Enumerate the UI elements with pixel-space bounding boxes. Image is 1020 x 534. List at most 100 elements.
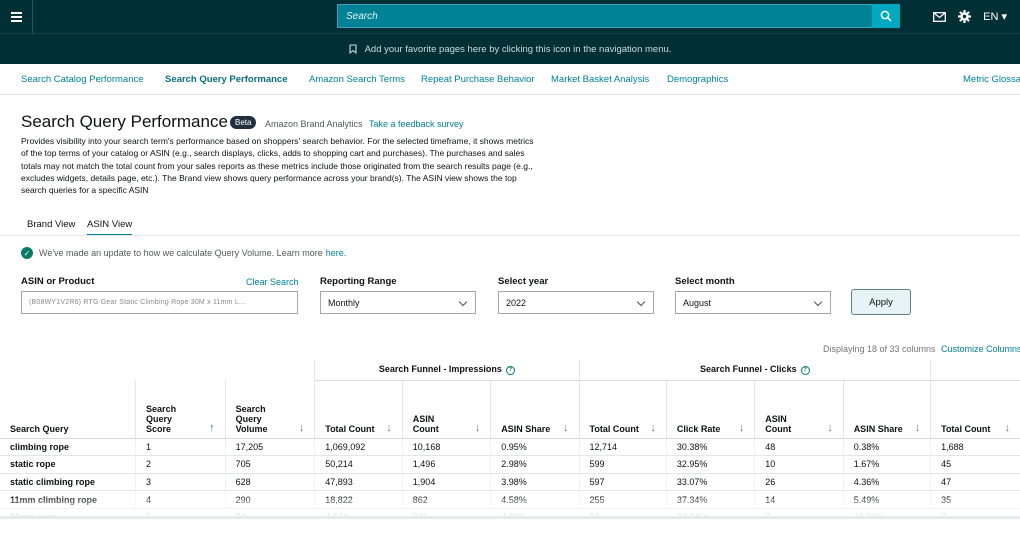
tab-brand-view[interactable]: Brand View (27, 219, 75, 230)
col-impressions-asin-count[interactable]: ASIN Count ↓ (401, 380, 491, 439)
col-clicks-asin-share[interactable]: ASIN Share ↓ (842, 380, 931, 439)
table-cell: 10 (754, 455, 844, 474)
group-next (930, 360, 1020, 381)
search-query-cell[interactable]: static rope (0, 455, 136, 474)
table-cell: 1.67% (842, 455, 931, 474)
hamburger-menu-icon[interactable] (0, 0, 33, 33)
col-clicks-asin-share-label: ASIN Share (853, 423, 903, 434)
language-selector[interactable]: EN ▾ (983, 10, 1007, 23)
table-cell: 1,904 (401, 473, 491, 492)
feedback-survey-link[interactable]: Take a feedback survey (369, 119, 464, 129)
table-cell: 1 (135, 438, 226, 457)
gear-icon[interactable] (958, 10, 972, 23)
col-clicks-asin-count[interactable]: ASIN Count ↓ (754, 380, 844, 439)
select-year-label: Select year (498, 276, 549, 287)
table-cell: 12,714 (578, 438, 667, 457)
columns-displaying-text: Displaying 18 of 33 columns (823, 344, 936, 354)
sort-icon[interactable]: ↓ (739, 422, 745, 434)
col-impressions-asin-share[interactable]: ASIN Share ↓ (490, 380, 580, 439)
table-cell: 628 (224, 473, 315, 492)
col-click-rate-label: Click Rate (676, 423, 721, 434)
col-impressions-asin-share-label: ASIN Share (501, 423, 551, 434)
table-cell: 3 (135, 473, 226, 492)
tab-asin-view[interactable]: ASIN View (87, 219, 133, 236)
nav-market-basket-analysis[interactable]: Market Basket Analysis (551, 74, 649, 85)
customize-columns-link[interactable]: Customize Columns (941, 344, 1020, 354)
table-cell: 10,168 (401, 438, 491, 457)
nav-search-catalog-performance[interactable]: Search Catalog Performance (21, 74, 144, 85)
search-button[interactable] (872, 4, 900, 28)
table-header-spacer (0, 360, 315, 380)
table-cell: 2 (135, 455, 226, 474)
col-search-query-score[interactable]: Search Query Score ↑ (135, 380, 226, 439)
sort-icon[interactable]: ↓ (299, 422, 305, 434)
table-row[interactable]: static rope 2 705 50,214 1,496 2.98% 599 32.95%… (0, 455, 1020, 474)
table-cell: 0.38% (842, 438, 931, 457)
nav-amazon-search-terms[interactable]: Amazon Search Terms (309, 74, 405, 85)
col-click-rate[interactable]: Click Rate ↓ (665, 380, 755, 439)
table-cell: 30.38% (665, 438, 755, 457)
col-clicks-total-count-label: Total Count (589, 423, 639, 434)
clear-search-link[interactable]: Clear Search (246, 277, 299, 287)
table-cell: 50,214 (314, 455, 403, 474)
table-cell: 3.98% (490, 473, 580, 492)
col-clicks-asin-count-label: ASIN Count (765, 413, 792, 434)
table-cell: 32.95% (665, 455, 755, 474)
search-input[interactable]: Search (337, 4, 873, 28)
table-cell: 1,496 (401, 455, 491, 474)
nav-metric-glossary[interactable]: Metric Glossa (963, 74, 1020, 85)
year-value: 2022 (506, 298, 527, 308)
apply-button[interactable]: Apply (851, 289, 911, 315)
sort-icon[interactable]: ↓ (1005, 422, 1011, 434)
col-next-total-count[interactable]: Total Count ↓ (930, 380, 1020, 439)
info-icon[interactable]: ? (800, 366, 810, 376)
asin-search-input[interactable]: (B08WY1V2R6) RTG Gear Static Climbing Ro… (21, 291, 298, 314)
table-cell: 47 (930, 473, 1020, 492)
table-row[interactable]: climbing rope 1 17,205 1,069,092 10,168 0.95%… (0, 438, 1020, 457)
year-select[interactable]: 2022 (498, 291, 654, 314)
col-clicks-total-count[interactable]: Total Count ↓ (578, 380, 667, 439)
search-query-cell[interactable]: climbing rope (0, 438, 136, 457)
group-impressions-label: Search Funnel - Impressions (378, 364, 502, 375)
sort-ascending-icon[interactable]: ↑ (209, 422, 215, 434)
notice-text: We've made an update to how we calculate… (39, 248, 323, 258)
table-cell: 4.36% (842, 473, 931, 492)
check-circle-icon: ✓ (21, 247, 33, 259)
sort-icon[interactable]: ↓ (827, 422, 833, 434)
table-cell: 705 (224, 455, 315, 474)
table-cell: 0.95% (490, 438, 580, 457)
page-title: Search Query Performance (21, 112, 228, 131)
chevron-down-icon (458, 297, 468, 307)
mail-icon[interactable] (933, 11, 947, 22)
col-search-query-volume[interactable]: Search Query Volume ↓ (224, 380, 315, 439)
query-volume-notice: ✓ We've made an update to how we calcula… (21, 247, 346, 259)
table-row[interactable]: static climbing rope 3 628 47,893 1,904 3.98%… (0, 473, 1020, 492)
reporting-range-select[interactable]: Monthly (320, 291, 476, 314)
notice-learn-more-link[interactable]: here. (326, 248, 347, 258)
sort-icon[interactable]: ↓ (563, 422, 569, 434)
table-cell: 597 (578, 473, 667, 492)
bookmark-icon (349, 44, 357, 54)
page-description: Provides visibility into your search ter… (21, 136, 534, 196)
info-icon[interactable]: ? (505, 366, 515, 376)
table-cell: 1,069,092 (314, 438, 403, 457)
sort-icon[interactable]: ↓ (650, 422, 656, 434)
col-search-query-score-label: Search Query Score (146, 403, 177, 434)
col-search-query[interactable]: Search Query (0, 380, 136, 439)
sort-icon[interactable]: ↓ (475, 422, 481, 434)
page-subtitle: Amazon Brand Analytics (265, 119, 363, 129)
nav-demographics[interactable]: Demographics (667, 74, 728, 85)
col-impressions-asin-count-label: ASIN Count (412, 413, 439, 434)
search-query-cell[interactable]: static climbing rope (0, 473, 136, 492)
reporting-range-label: Reporting Range (320, 276, 397, 287)
nav-repeat-purchase-behavior[interactable]: Repeat Purchase Behavior (421, 74, 535, 85)
language-label: EN (983, 11, 999, 23)
horizontal-scrollbar[interactable] (0, 516, 1020, 519)
nav-search-query-performance[interactable]: Search Query Performance (165, 74, 288, 85)
sort-icon[interactable]: ↓ (915, 422, 921, 434)
month-value: August (683, 298, 712, 308)
col-impressions-total-count[interactable]: Total Count ↓ (314, 380, 403, 439)
sort-icon[interactable]: ↓ (386, 422, 392, 434)
month-select[interactable]: August (675, 291, 831, 314)
col-search-query-volume-label: Search Query Volume (235, 403, 268, 434)
